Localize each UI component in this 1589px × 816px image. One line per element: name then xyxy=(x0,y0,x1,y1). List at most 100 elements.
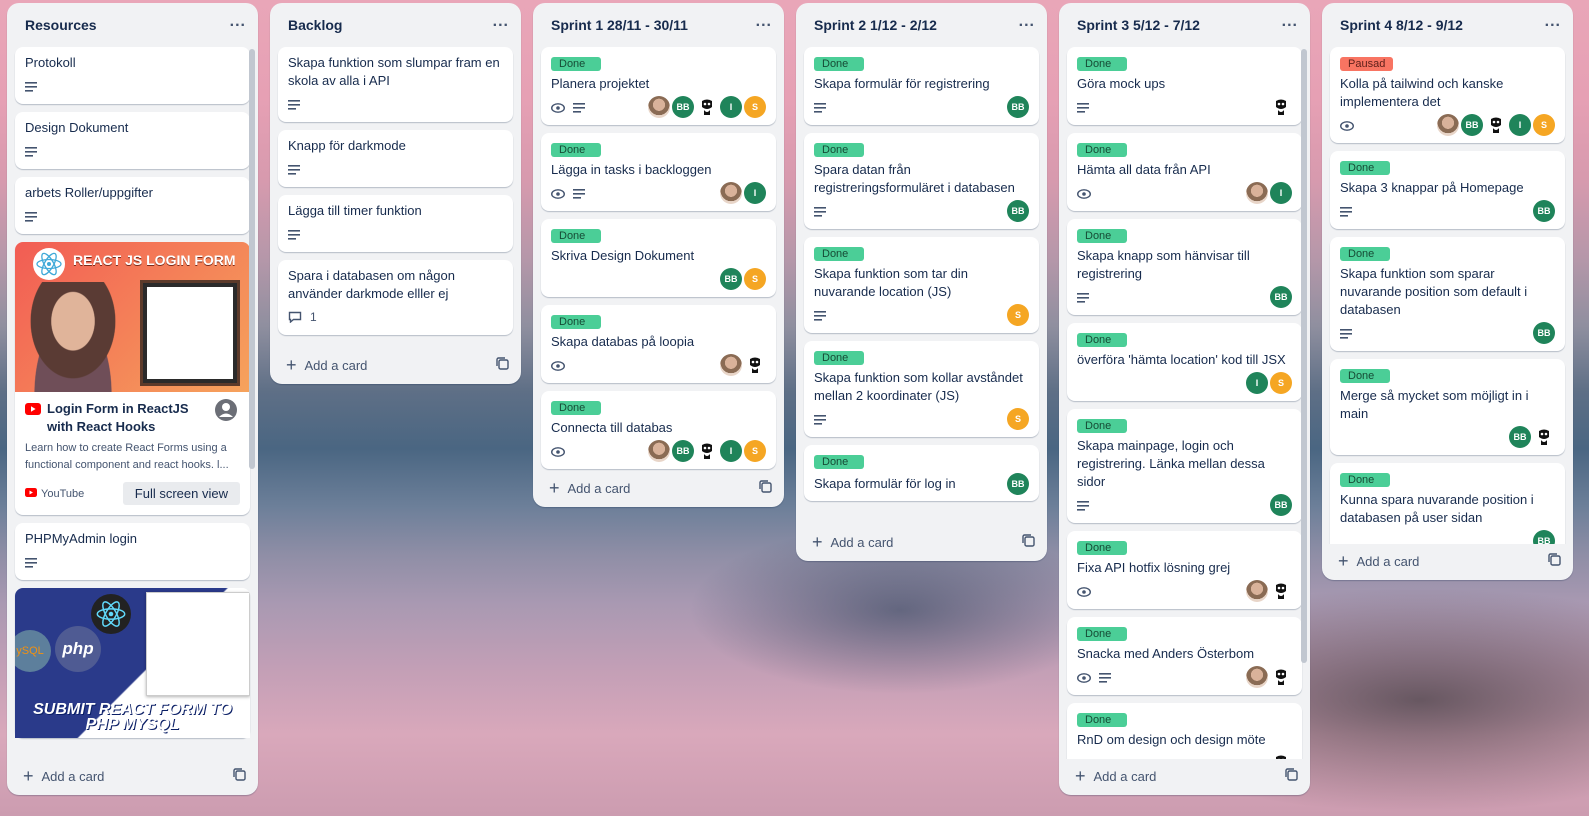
status-label[interactable]: Done xyxy=(1340,473,1390,487)
status-label[interactable]: Done xyxy=(1077,333,1127,347)
list-title[interactable]: Sprint 2 1/12 - 2/12 xyxy=(814,17,937,33)
member-avatar-bb[interactable]: BB xyxy=(1461,114,1483,136)
add-card-button[interactable]: + Add a card xyxy=(1059,759,1310,793)
member-avatar-mask[interactable] xyxy=(744,354,766,376)
list-title[interactable]: Backlog xyxy=(288,17,342,33)
member-avatar-photo[interactable] xyxy=(1246,182,1268,204)
member-avatar-photo[interactable] xyxy=(720,354,742,376)
card[interactable]: Done Snacka med Anders Österbom xyxy=(1067,617,1302,695)
status-label[interactable]: Done xyxy=(1340,161,1390,175)
list-title[interactable]: Sprint 1 28/11 - 30/11 xyxy=(551,17,688,33)
card[interactable]: Done Skapa funktion som sparar nuvarande … xyxy=(1330,237,1565,351)
card[interactable]: Done Skapa funktion som tar din nuvarande… xyxy=(804,237,1039,333)
card[interactable]: Done Skriva Design Dokument BB S xyxy=(541,219,776,297)
card[interactable]: PHPMyAdmin login xyxy=(15,523,250,580)
member-avatar-mask[interactable] xyxy=(1270,752,1292,759)
more-icon[interactable]: ... xyxy=(493,14,509,33)
template-icon[interactable] xyxy=(496,357,509,373)
status-label[interactable]: Done xyxy=(814,143,864,157)
status-label[interactable]: Done xyxy=(814,455,864,469)
template-icon[interactable] xyxy=(1022,534,1035,550)
status-label[interactable]: Done xyxy=(814,351,864,365)
full-screen-view-button[interactable]: Full screen view xyxy=(122,482,240,505)
member-avatar-i[interactable]: I xyxy=(1509,114,1531,136)
member-avatar-i[interactable]: I xyxy=(744,182,766,204)
card[interactable]: Skapa funktion som slumpar fram en skola… xyxy=(278,47,513,122)
member-avatar-s[interactable]: S xyxy=(1007,304,1029,326)
card[interactable]: Design Dokument xyxy=(15,112,250,169)
status-label[interactable]: Done xyxy=(551,57,601,71)
card[interactable]: Done Göra mock ups xyxy=(1067,47,1302,125)
status-label[interactable]: Done xyxy=(1340,369,1390,383)
card[interactable]: ySQL php SUBMIT REACT FORM TO PHP MYSQL xyxy=(15,588,250,738)
card[interactable]: Done Lägga in tasks i backloggen I xyxy=(541,133,776,211)
member-avatar-photo[interactable] xyxy=(648,96,670,118)
member-avatar-photo[interactable] xyxy=(648,440,670,462)
member-avatar-bb[interactable]: BB xyxy=(1007,473,1029,495)
status-label[interactable]: Done xyxy=(551,143,601,157)
list-title[interactable]: Sprint 3 5/12 - 7/12 xyxy=(1077,17,1200,33)
card[interactable]: Done Skapa mainpage, login och registreri… xyxy=(1067,409,1302,523)
add-card-button[interactable]: + Add a card xyxy=(533,471,784,505)
template-icon[interactable] xyxy=(1548,553,1561,569)
member-avatar-s[interactable]: S xyxy=(744,96,766,118)
more-icon[interactable]: ... xyxy=(1282,14,1298,33)
member-avatar-bb[interactable]: BB xyxy=(1533,322,1555,344)
more-icon[interactable]: ... xyxy=(1545,14,1561,33)
status-label[interactable]: Pausad xyxy=(1340,57,1394,71)
card[interactable]: Done Skapa 3 knappar på Homepage BB xyxy=(1330,151,1565,229)
status-label[interactable]: Done xyxy=(1077,419,1127,433)
member-avatar-i[interactable]: I xyxy=(720,440,742,462)
member-avatar-bb[interactable]: BB xyxy=(1270,286,1292,308)
member-avatar-bb[interactable]: BB xyxy=(720,268,742,290)
scrollbar[interactable] xyxy=(249,49,255,469)
member-avatar-mask[interactable] xyxy=(696,96,718,118)
card[interactable]: Done Skapa formulär för log in BB xyxy=(804,445,1039,501)
status-label[interactable]: Done xyxy=(1077,627,1127,641)
card[interactable]: Done Merge så mycket som möjligt in i mai… xyxy=(1330,359,1565,455)
member-avatar-photo[interactable] xyxy=(720,182,742,204)
member-avatar-mask[interactable] xyxy=(696,440,718,462)
status-label[interactable]: Done xyxy=(1077,713,1127,727)
member-avatar-photo[interactable] xyxy=(1437,114,1459,136)
card[interactable]: Done Skapa knapp som hänvisar till regist… xyxy=(1067,219,1302,315)
member-avatar-s[interactable]: S xyxy=(744,440,766,462)
card[interactable]: Knapp för darkmode xyxy=(278,130,513,187)
status-label[interactable]: Done xyxy=(814,57,864,71)
status-label[interactable]: Done xyxy=(551,315,601,329)
member-avatar-bb[interactable]: BB xyxy=(1007,96,1029,118)
member-avatar-bb[interactable]: BB xyxy=(1509,426,1531,448)
member-avatar-i[interactable]: I xyxy=(1246,372,1268,394)
card[interactable]: Pausad Kolla på tailwind och kanske imple… xyxy=(1330,47,1565,143)
card[interactable]: Done Hämta all data från API I xyxy=(1067,133,1302,211)
card[interactable]: Done Skapa funktion som kollar avståndet … xyxy=(804,341,1039,437)
template-icon[interactable] xyxy=(759,480,772,496)
more-icon[interactable]: ... xyxy=(230,14,246,33)
card[interactable]: Done Planera projektet BB I S xyxy=(541,47,776,125)
member-avatar-mask[interactable] xyxy=(1270,96,1292,118)
card[interactable]: Done Skapa databas på loopia xyxy=(541,305,776,383)
member-avatar-s[interactable]: S xyxy=(1007,408,1029,430)
add-card-button[interactable]: + Add a card xyxy=(7,759,258,793)
member-avatar-bb[interactable]: BB xyxy=(672,96,694,118)
status-label[interactable]: Done xyxy=(1077,143,1127,157)
card[interactable]: Done överföra 'hämta location' kod till J… xyxy=(1067,323,1302,401)
member-avatar-mask[interactable] xyxy=(1485,114,1507,136)
more-icon[interactable]: ... xyxy=(756,14,772,33)
status-label[interactable]: Done xyxy=(1077,541,1127,555)
card[interactable]: Done Kunna spara nuvarande position i dat… xyxy=(1330,463,1565,544)
add-card-button[interactable]: + Add a card xyxy=(270,348,521,382)
member-avatar-i[interactable]: I xyxy=(720,96,742,118)
member-avatar-bb[interactable]: BB xyxy=(1270,494,1292,516)
list-title[interactable]: Sprint 4 8/12 - 9/12 xyxy=(1340,17,1463,33)
add-card-button[interactable]: + Add a card xyxy=(1322,544,1573,578)
status-label[interactable]: Done xyxy=(551,401,601,415)
status-label[interactable]: Done xyxy=(1077,229,1127,243)
card[interactable]: Done Fixa API hotfix lösning grej xyxy=(1067,531,1302,609)
member-avatar-mask[interactable] xyxy=(1270,666,1292,688)
card[interactable]: Done Connecta till databas BB I S xyxy=(541,391,776,469)
card[interactable]: Done RnD om design och design möte xyxy=(1067,703,1302,759)
card[interactable]: Done Spara datan från registreringsformul… xyxy=(804,133,1039,229)
add-card-button[interactable]: + Add a card xyxy=(796,525,1047,559)
template-icon[interactable] xyxy=(233,768,246,784)
